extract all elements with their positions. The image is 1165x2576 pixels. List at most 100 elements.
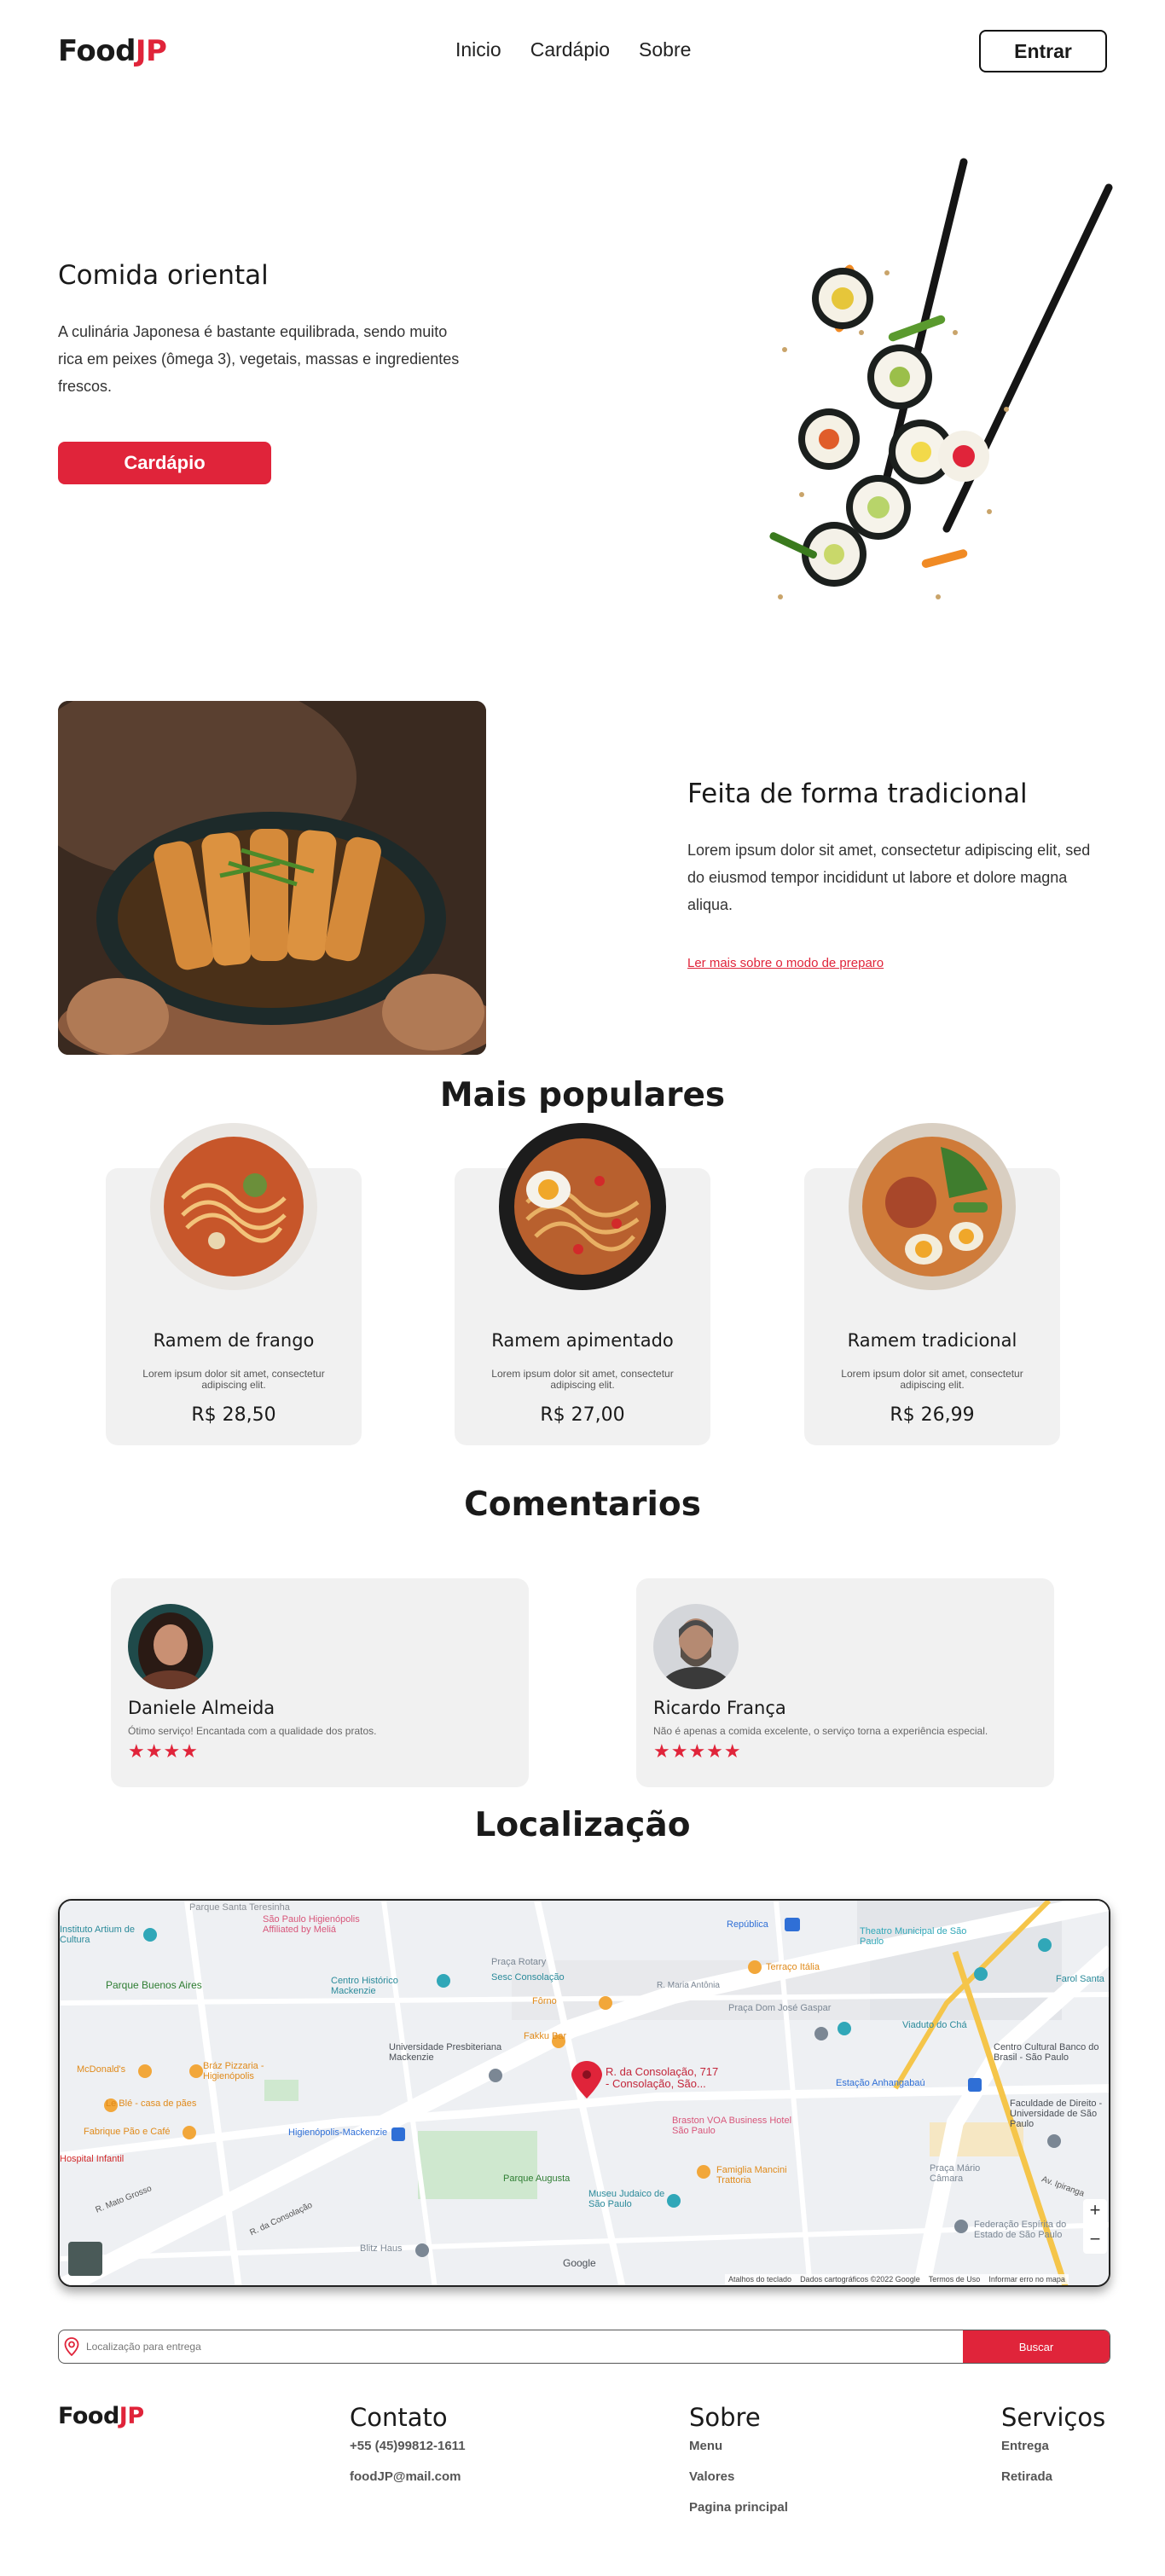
map-place-label: República (727, 1919, 768, 1930)
map-place-label: Le Blé - casa de pães (106, 2098, 197, 2109)
map-place-label: Parque Santa Teresinha (189, 1902, 290, 1913)
footer-about-title: Sobre (689, 2403, 761, 2432)
search-button[interactable]: Buscar (963, 2330, 1110, 2363)
nav-link-cardapio[interactable]: Cardápio (530, 38, 610, 61)
footer-link-menu[interactable]: Menu (689, 2439, 722, 2453)
footer-link-home[interactable]: Pagina principal (689, 2500, 788, 2515)
map-place-label: Fabrique Pão e Café (84, 2127, 171, 2137)
map-place-label: Parque Buenos Aires (106, 1979, 202, 1991)
map-place-label: Estação Anhangabaú (836, 2078, 925, 2088)
menu-button[interactable]: Cardápio (58, 442, 271, 484)
footer-link-delivery[interactable]: Entrega (1001, 2439, 1049, 2453)
dish-name: Ramem apimentado (491, 1330, 674, 1351)
preparation-link[interactable]: Ler mais sobre o modo de preparo (687, 956, 884, 970)
dish-image (497, 1121, 668, 1292)
comment-author: Ricardo França (653, 1698, 786, 1718)
footer-link-pickup[interactable]: Retirada (1001, 2469, 1052, 2484)
dish-card[interactable]: Ramem de frango Lorem ipsum dolor sit am… (106, 1123, 362, 1445)
footer-logo[interactable]: FoodJP (58, 2403, 144, 2429)
comment-text: Não é apenas a comida excelente, o servi… (653, 1725, 988, 1737)
tradition-text: Lorem ipsum dolor sit amet, consectetur … (687, 842, 1091, 913)
map-place-label: Parque Augusta (503, 2174, 571, 2184)
map-pin-label: R. da Consolação, 717 - Consolação, São.… (606, 2066, 718, 2090)
sushi-chopsticks-image (751, 153, 1126, 631)
footer-services-title: Serviços (1001, 2403, 1106, 2432)
dish-price: R$ 27,00 (540, 1404, 625, 1426)
avatar (128, 1604, 213, 1689)
map-place-label: Theatro Municipal de São Paulo (860, 1926, 967, 1947)
map-footer-shortcuts[interactable]: Atalhos do teclado (728, 2275, 791, 2284)
delivery-location-field[interactable]: Localização para entrega (59, 2330, 963, 2363)
comment-author: Daniele Almeida (128, 1698, 275, 1718)
map-place-label: Federação Espírita do Estado de São Paul… (974, 2220, 1067, 2240)
map-footer-data: Dados cartográficos ©2022 Google (800, 2275, 920, 2284)
map-place-label: Praça Mário Câmara (930, 2163, 981, 2184)
comment-card: Daniele Almeida Ótimo serviço! Encantada… (111, 1578, 529, 1787)
map-place-label: Praça Rotary (491, 1957, 547, 1967)
map-footer-report[interactable]: Informar erro no mapa (988, 2275, 1065, 2284)
brand-name-part1: Food (58, 34, 136, 68)
map-place-label: Viaduto do Chá (902, 2020, 967, 2030)
nav-link-inicio[interactable]: Inicio (455, 38, 501, 61)
map-place-label: Higienópolis-Mackenzie (288, 2127, 388, 2138)
comments-heading: Comentarios (464, 1485, 701, 1524)
map-place-label: Faculdade de Direito - Universidade de S… (1010, 2098, 1103, 2129)
brand-name-part2: JP (135, 34, 167, 68)
popular-heading: Mais populares (439, 1076, 726, 1114)
map-place-label: Famiglia Mancini Trattoria (716, 2165, 787, 2185)
dish-card[interactable]: Ramem tradicional Lorem ipsum dolor sit … (804, 1123, 1060, 1445)
location-pin-icon (64, 2337, 79, 2356)
hero-text: A culinária Japonesa é bastante equilibr… (58, 323, 460, 395)
map-place-label: Centro Cultural Banco do Brasil - São Pa… (994, 2042, 1099, 2063)
map-place-label: Blitz Haus (360, 2243, 403, 2254)
footer-contact-title: Contato (350, 2403, 448, 2432)
map-place-label: Bráz Pizzaria - Higienópolis (203, 2061, 264, 2081)
brand-logo[interactable]: FoodJP (58, 34, 167, 68)
dish-description: Lorem ipsum dolor sit amet, consectetur … (142, 1368, 325, 1391)
map-place-label: São Paulo Higienópolis Affiliated by Mel… (263, 1914, 360, 1935)
map-place-label: Braston VOA Business Hotel São Paulo (672, 2116, 792, 2136)
avatar (653, 1604, 739, 1689)
dish-price: R$ 28,50 (191, 1404, 276, 1426)
dish-card[interactable]: Ramem apimentado Lorem ipsum dolor sit a… (455, 1123, 710, 1445)
map-footer: Atalhos do teclado Dados cartográficos ©… (725, 2274, 1069, 2284)
map-place-label: McDonald's (77, 2064, 126, 2075)
dish-name: Ramem de frango (153, 1330, 315, 1351)
dish-name: Ramem tradicional (847, 1330, 1017, 1351)
delivery-location-placeholder: Localização para entrega (86, 2341, 201, 2353)
map-zoom-in-button[interactable]: + (1083, 2199, 1107, 2226)
map-place-label: Hospital Infantil (60, 2154, 125, 2164)
map-place-label: Farol Santa (1056, 1974, 1104, 1984)
footer-phone: +55 (45)99812-1611 (350, 2439, 466, 2453)
dish-price: R$ 26,99 (890, 1404, 975, 1426)
rating-stars: ★★★★ (128, 1740, 199, 1762)
nav-link-sobre[interactable]: Sobre (639, 38, 691, 61)
comment-text: Ótimo serviço! Encantada com a qualidade… (128, 1725, 377, 1737)
footer-brand-part2: JP (119, 2403, 144, 2429)
katsu-bowl-image (58, 701, 486, 1055)
map-place-label: Sesc Consolação (491, 1972, 565, 1983)
dish-description: Lorem ipsum dolor sit amet, consectetur … (491, 1368, 674, 1391)
footer-link-valores[interactable]: Valores (689, 2469, 734, 2484)
delivery-search-bar: Localização para entrega Buscar (58, 2330, 1110, 2364)
map-place-label: Terraço Itália (766, 1962, 820, 1972)
map-place-label: Praça Dom José Gaspar (728, 2003, 832, 2013)
location-map[interactable]: R. da Consolação, 717 - Consolação, São.… (58, 1899, 1110, 2287)
map-place-label: Fakku Bar (524, 2031, 567, 2041)
dish-image (148, 1121, 319, 1292)
login-button[interactable]: Entrar (979, 30, 1107, 72)
dish-description: Lorem ipsum dolor sit amet, consectetur … (841, 1368, 1023, 1391)
footer-email[interactable]: foodJP@mail.com (350, 2469, 461, 2484)
main-nav: Inicio Cardápio Sobre (455, 38, 691, 61)
map-place-label: Instituto Artium de Cultura (60, 1925, 136, 1945)
map-zoom-out-button[interactable]: − (1083, 2228, 1107, 2255)
map-place-label: Centro Histórico Mackenzie (331, 1976, 398, 1996)
map-pin-label-line2: - Consolação, São... (606, 2077, 706, 2090)
map-pin-label-line1: R. da Consolação, 717 (606, 2065, 719, 2078)
location-heading: Localização (474, 1806, 691, 1844)
map-footer-terms[interactable]: Termos de Uso (929, 2275, 981, 2284)
map-place-label: Fôrno (532, 1996, 557, 2006)
comment-card: Ricardo França Não é apenas a comida exc… (636, 1578, 1054, 1787)
map-street-label: R. Maria Antônia (657, 1981, 720, 1990)
google-logo: Google (563, 2257, 596, 2269)
